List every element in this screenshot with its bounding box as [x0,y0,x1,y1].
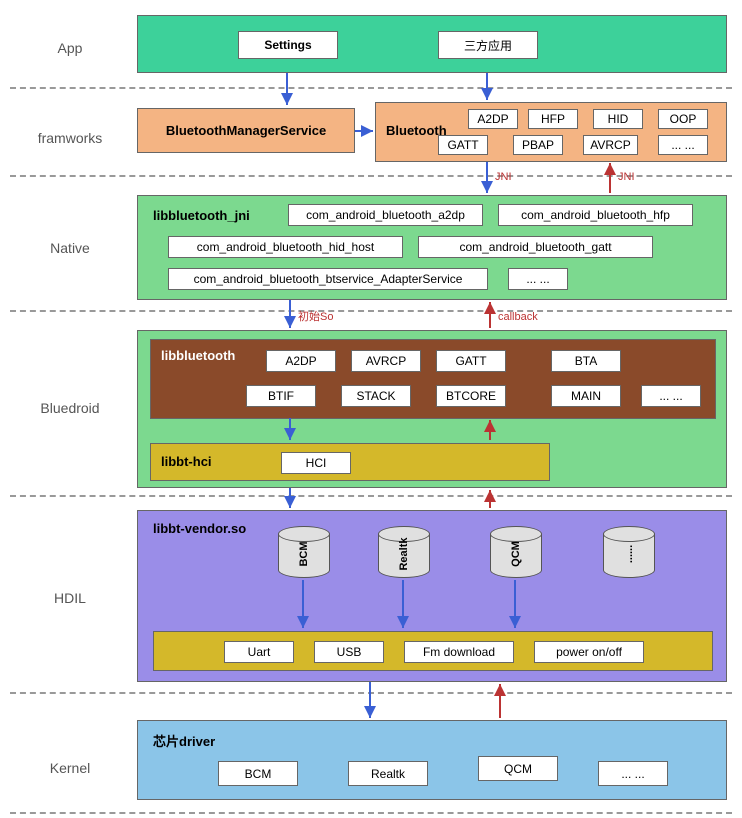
bd-bta: BTA [551,350,621,372]
transport-box: Uart USB Fm download power on/off [153,631,713,671]
box-bms: BluetoothManagerService [137,108,355,153]
bd-a2dp: A2DP [266,350,336,372]
kernel-box: 芯片driver BCM Realtk QCM ... ... [137,720,727,800]
native-hfp: com_android_bluetooth_hfp [498,204,693,226]
layer-label-kernel: Kernel [30,760,110,776]
profile-avrcp: AVRCP [583,135,638,155]
hdil-box: libbt-vendor.so BCM Realtk QCM ...... Ua… [137,510,727,682]
separator [10,87,732,89]
kernel-more: ... ... [598,761,668,786]
bd-avrcp: AVRCP [351,350,421,372]
native-adapter: com_android_bluetooth_btservice_AdapterS… [168,268,488,290]
cylinder-more: ...... [603,526,655,582]
hdil-title: libbt-vendor.so [153,521,246,536]
separator [10,812,732,814]
jni-label-2: JNI [618,171,635,183]
layer-label-frameworks: framworks [30,130,110,146]
kernel-qcm: QCM [478,756,558,781]
cylinder-bcm: BCM [278,526,330,582]
libbluetooth-box: libbluetooth A2DP AVRCP GATT BTA BTIF ST… [150,339,716,419]
layer-label-native: Native [30,240,110,256]
callback-label: callback [498,311,538,323]
app-layer-box: Settings 三方应用 [137,15,727,73]
bd-btif: BTIF [246,385,316,407]
bd-btcore: BTCORE [436,385,506,407]
profile-hfp: HFP [528,109,578,129]
native-hid: com_android_bluetooth_hid_host [168,236,403,258]
separator [10,310,732,312]
profile-gatt: GATT [438,135,488,155]
separator [10,692,732,694]
separator [10,495,732,497]
kernel-bcm: BCM [218,761,298,786]
box-settings: Settings [238,31,338,59]
libbt-hci-title: libbt-hci [161,454,212,469]
libbt-hci-box: libbt-hci HCI [150,443,550,481]
kernel-title: 芯片driver [153,731,215,750]
cylinder-qcm: QCM [490,526,542,582]
kernel-realtk: Realtk [348,761,428,786]
native-title: libbluetooth_jni [153,208,250,223]
cylinder-realtk: Realtk [378,526,430,582]
jni-label-1: JNI [495,171,512,183]
profile-pbap: PBAP [513,135,563,155]
box-bluetooth: Bluetooth A2DP HFP HID OOP GATT PBAP AVR… [375,102,727,162]
bd-main: MAIN [551,385,621,407]
box-third-party: 三方应用 [438,31,538,59]
bd-gatt: GATT [436,350,506,372]
bluedroid-outer: libbluetooth A2DP AVRCP GATT BTA BTIF ST… [137,330,727,488]
transport-usb: USB [314,641,384,663]
bd-stack: STACK [341,385,411,407]
transport-fm: Fm download [404,641,514,663]
profile-hid: HID [593,109,643,129]
transport-power: power on/off [534,641,644,663]
profile-more: ... ... [658,135,708,155]
native-more: ... ... [508,268,568,290]
native-gatt: com_android_bluetooth_gatt [418,236,653,258]
separator [10,175,732,177]
native-box: libbluetooth_jni com_android_bluetooth_a… [137,195,727,300]
libbluetooth-title: libbluetooth [161,348,235,363]
profile-oop: OOP [658,109,708,129]
native-a2dp: com_android_bluetooth_a2dp [288,204,483,226]
layer-label-bluedroid: Bluedroid [30,400,110,416]
layer-label-hdil: HDIL [30,590,110,606]
transport-uart: Uart [224,641,294,663]
bluetooth-architecture-diagram: App framworks Native Bluedroid HDIL Kern… [0,0,742,818]
bd-more: ... ... [641,385,701,407]
hci-box: HCI [281,452,351,474]
profile-a2dp: A2DP [468,109,518,129]
layer-label-app: App [30,40,110,56]
